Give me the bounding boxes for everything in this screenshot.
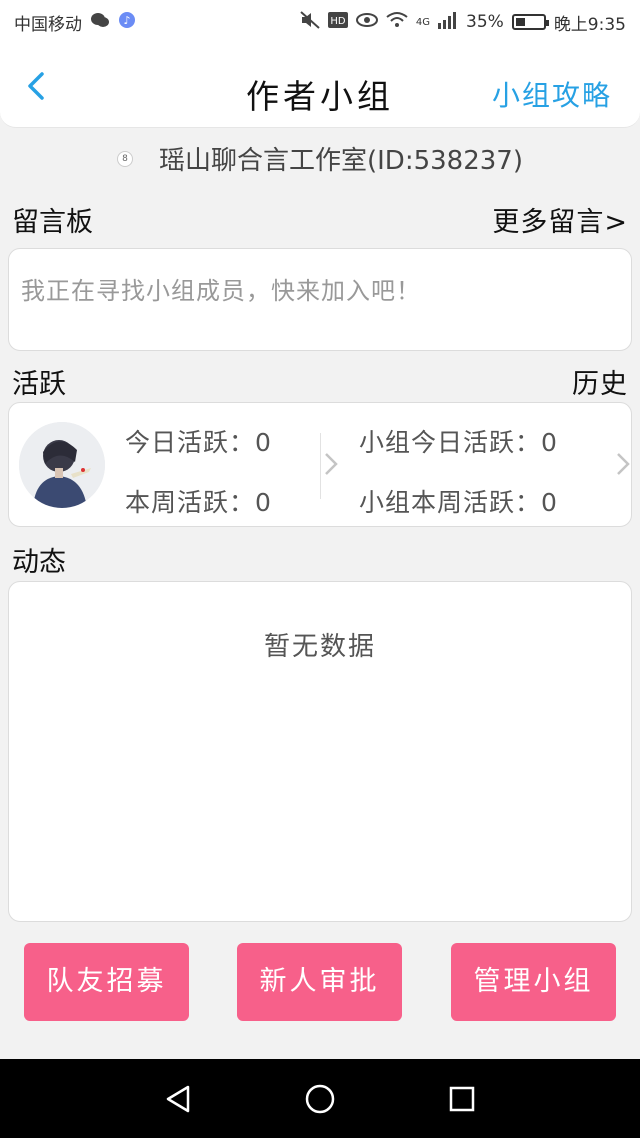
nav-back-icon[interactable] [158, 1079, 198, 1119]
group-today-activity: 小组今日活跃：0 [359, 428, 558, 457]
feed-card: 暂无数据 [8, 581, 632, 922]
manage-group-button[interactable]: 管理小组 [451, 943, 616, 1021]
status-bar: 中国移动 ♪ HD 4G 35% 晚上9:35 [0, 0, 640, 44]
message-board-header: 留言板 更多留言> [0, 200, 640, 239]
activity-divider [320, 433, 321, 499]
music-icon: ♪ [118, 11, 136, 33]
eye-icon [355, 12, 378, 32]
week-activity: 本周活跃：0 [125, 488, 272, 517]
svg-text:HD: HD [330, 16, 346, 27]
mute-icon [300, 11, 320, 33]
group-name-row: 8 瑶山聊合言工作室(ID:538237) [0, 140, 640, 177]
group-week-activity: 小组本周活跃：0 [359, 488, 558, 517]
svg-text:♪: ♪ [123, 14, 130, 27]
empty-state-text: 暂无数据 [263, 632, 376, 662]
app-header: 作者小组 小组攻略 [0, 44, 640, 128]
network-label: 4G [415, 16, 431, 28]
chevron-right-icon[interactable] [323, 451, 339, 484]
hd-icon: HD [327, 12, 348, 32]
wechat-icon [90, 12, 110, 32]
recruit-button[interactable]: 队友招募 [24, 943, 189, 1021]
carrier-label: 中国移动 [14, 14, 82, 35]
feed-title: 动态 [12, 547, 66, 578]
message-board-placeholder: 我正在寻找小组成员，快来加入吧！ [21, 277, 421, 305]
clock: 晚上9:35 [553, 14, 626, 35]
nav-home-icon[interactable] [300, 1079, 340, 1119]
feed-header: 动态 [0, 540, 640, 579]
more-messages-link[interactable]: 更多留言> [492, 200, 628, 239]
activity-header: 活跃 历史 [0, 362, 640, 401]
history-link[interactable]: 历史 [572, 362, 628, 401]
approve-button[interactable]: 新人审批 [237, 943, 402, 1021]
chevron-right-icon[interactable] [615, 451, 631, 484]
wifi-icon [386, 11, 408, 33]
system-nav-bar [0, 1059, 640, 1138]
today-activity: 今日活跃：0 [125, 428, 272, 457]
battery-icon [511, 14, 549, 30]
message-board-title: 留言板 [12, 207, 93, 238]
group-badge-icon: 8 [117, 150, 133, 167]
nav-recents-icon[interactable] [442, 1079, 482, 1119]
signal-icon [438, 11, 458, 33]
avatar[interactable] [19, 422, 105, 508]
activity-title: 活跃 [12, 369, 66, 400]
battery-percent: 35% [466, 12, 504, 32]
group-guide-link[interactable]: 小组攻略 [492, 74, 612, 114]
group-name: 瑶山聊合言工作室(ID:538237) [159, 146, 523, 176]
activity-card: 今日活跃：0 本周活跃：0 小组今日活跃：0 小组本周活跃：0 [8, 402, 632, 527]
message-board-card[interactable]: 我正在寻找小组成员，快来加入吧！ [8, 248, 632, 351]
